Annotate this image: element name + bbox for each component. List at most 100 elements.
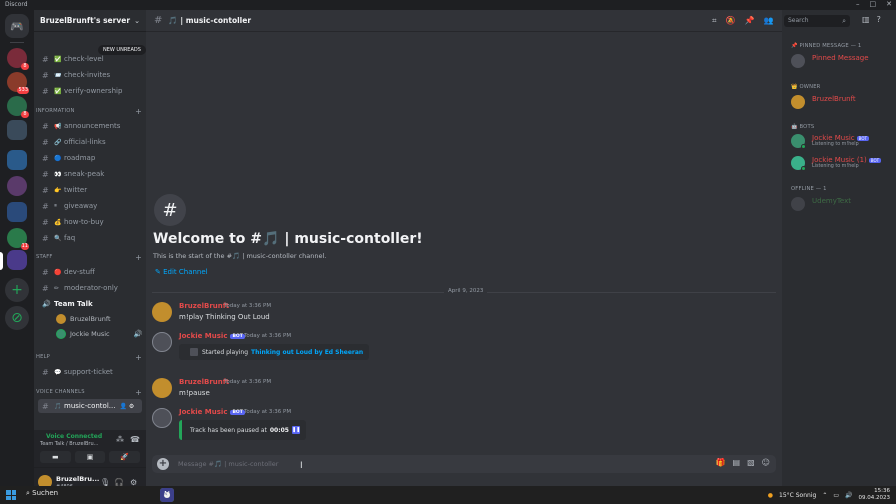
channel-roadmap[interactable]: # 🔵 roadmap <box>38 151 142 165</box>
member-item[interactable]: Jockie Music BOT Listening to m!help <box>791 132 891 150</box>
track-link[interactable]: Thinking out Loud by Ed Sheeran <box>251 349 363 356</box>
channel-twitter[interactable]: # 👉 twitter <box>38 183 142 197</box>
network-icon[interactable]: ▭ <box>833 492 839 499</box>
channel-official-links[interactable]: # 🔗 official-links <box>38 135 142 149</box>
channel-label: sneak-peak <box>64 170 105 178</box>
volume-icon[interactable]: 🔊 <box>845 492 852 499</box>
member-list-icon[interactable]: 👥 <box>763 16 773 26</box>
avatar[interactable] <box>152 302 172 322</box>
channel-check-level[interactable]: # ✅ check-level <box>38 52 142 66</box>
member-item[interactable]: Pinned Message <box>791 52 891 70</box>
message-author[interactable]: Jockie Music BOT <box>179 332 245 340</box>
server-folder[interactable] <box>7 120 27 140</box>
invite-icon[interactable]: 👤 <box>119 403 126 410</box>
category-voice[interactable]: VOICE CHANNELS + <box>36 387 142 397</box>
gif-icon[interactable]: ▤ <box>733 458 741 467</box>
server-folder[interactable] <box>7 202 27 222</box>
activity-button[interactable]: 🚀 <box>109 451 141 463</box>
channel-sneak-peak[interactable]: # 👀 sneak-peak <box>38 167 142 181</box>
add-channel-icon[interactable]: + <box>135 353 142 362</box>
member-item[interactable]: BruzelBrunft <box>791 93 891 111</box>
weather-text[interactable]: 15°C Sonnig <box>779 492 816 499</box>
add-channel-icon[interactable]: + <box>135 107 142 116</box>
channel-dev-stuff[interactable]: # 🔴 dev-stuff <box>38 265 142 279</box>
channel-moderator-only[interactable]: # ✏ moderator-only <box>38 281 142 295</box>
server-icon[interactable]: 8 <box>7 96 29 118</box>
server-icon[interactable] <box>7 176 27 196</box>
avatar[interactable] <box>152 378 172 398</box>
chevron-up-icon[interactable]: ⌃ <box>822 492 827 499</box>
channel-check-invites[interactable]: # 📨 check-invites <box>38 68 142 82</box>
threads-icon[interactable]: ⌗ <box>712 16 717 26</box>
add-channel-icon[interactable]: + <box>135 388 142 397</box>
taskbar-search[interactable]: ⌕ Suchen <box>26 489 58 498</box>
close-button[interactable]: ✕ <box>886 0 892 8</box>
username: BruzelBru... <box>56 475 100 483</box>
voice-location[interactable]: Team Talk / BruzelBru... <box>40 441 98 447</box>
windows-start-button[interactable] <box>6 490 16 500</box>
message-author[interactable]: Jockie Music BOT <box>179 408 245 416</box>
hash-icon: # <box>42 54 49 64</box>
avatar[interactable] <box>152 332 172 352</box>
explore-servers-button[interactable]: ⊘ <box>5 306 29 330</box>
channel-giveaway[interactable]: # ⏸ giveaway <box>38 199 142 213</box>
category-help[interactable]: HELP + <box>36 352 142 362</box>
server-icon[interactable]: 533 <box>7 72 29 94</box>
sticker-icon[interactable]: ▧ <box>747 458 755 467</box>
emoji-icon[interactable]: ☺ <box>762 458 770 467</box>
channel-emoji: ✅ <box>54 55 62 63</box>
hash-icon: # <box>42 185 49 195</box>
server-icon[interactable]: 8 <box>7 48 29 70</box>
voice-user[interactable]: BruzelBrunft <box>56 312 111 325</box>
maximize-button[interactable]: □ <box>870 0 877 8</box>
avatar[interactable] <box>152 408 172 428</box>
noise-suppression-icon[interactable]: ⁂ <box>116 435 124 444</box>
voice-channel-team-talk[interactable]: 🔊 Team Talk <box>38 297 142 311</box>
member-item[interactable]: Jockie Music (1) BOT Listening to m!help <box>791 154 891 172</box>
message-author[interactable]: BruzelBrunft <box>179 302 229 310</box>
upload-button[interactable]: + <box>157 458 169 470</box>
channel-support-ticket[interactable]: # 💬 support-ticket <box>38 365 142 379</box>
obs-icon[interactable]: ◎ <box>160 488 174 502</box>
channel-how-to-buy[interactable]: # 💰 how-to-buy <box>38 215 142 229</box>
pin-icon[interactable]: 📌 <box>744 16 754 26</box>
disconnect-icon[interactable]: ☎ <box>130 435 140 444</box>
taskbar-clock[interactable]: 15:36 09.04.2023 <box>859 488 891 502</box>
hash-icon: # <box>154 15 163 26</box>
screen-share-button[interactable]: ▣ <box>74 451 106 463</box>
app-title: Discord <box>5 1 28 8</box>
active-server-icon[interactable] <box>7 250 27 270</box>
add-channel-icon[interactable]: + <box>135 253 142 262</box>
server-folder[interactable] <box>7 150 27 170</box>
member-item[interactable]: UdemyText <box>791 195 891 213</box>
channel-verify-ownership[interactable]: # ✅ verify-ownership <box>38 84 142 98</box>
inbox-icon[interactable]: ▥ <box>862 15 870 24</box>
system-tray: ● 15°C Sonnig ⌃ ▭ 🔊 15:36 09.04.2023 <box>768 488 890 502</box>
help-icon[interactable]: ? <box>877 15 881 24</box>
message-composer[interactable]: + Message #🎵 | music-contoller 🎁 ▤ ▧ ☺ <box>152 455 776 473</box>
add-server-button[interactable]: + <box>5 278 29 302</box>
category-staff[interactable]: STAFF + <box>36 252 142 262</box>
minimize-button[interactable]: – <box>856 0 860 8</box>
home-button[interactable]: 🎮 <box>5 14 29 38</box>
channel-announcements[interactable]: # 📢 announcements <box>38 119 142 133</box>
message-author[interactable]: BruzelBrunft <box>179 378 229 386</box>
hash-icon: # <box>42 401 49 411</box>
channel-label: faq <box>64 234 76 242</box>
voice-status: Voice Connected <box>46 433 103 440</box>
edit-channel-link[interactable]: ✎ Edit Channel <box>155 268 208 276</box>
taskbar-search-label: Suchen <box>32 489 59 497</box>
message-input[interactable]: Message #🎵 | music-contoller <box>178 460 278 468</box>
video-button[interactable]: ▬ <box>40 451 71 463</box>
channel-faq[interactable]: # 🔍 faq <box>38 231 142 245</box>
category-information[interactable]: INFORMATION + <box>36 106 142 116</box>
gear-icon[interactable]: ⚙ <box>129 403 134 410</box>
server-header[interactable]: BruzelBrunft's server ⌄ <box>34 10 146 32</box>
gift-icon[interactable]: 🎁 <box>716 458 726 467</box>
server-icon[interactable]: 11 <box>7 228 29 250</box>
member-name: BruzelBrunft <box>812 95 856 103</box>
search-input[interactable]: Search ⌕ <box>784 15 850 27</box>
notifications-icon[interactable]: 🔕 <box>726 16 736 26</box>
voice-user[interactable]: Jockie Music 🔊 <box>56 327 142 340</box>
channel-music-controller[interactable]: # 🎵 music-contol... 👤 ⚙ <box>38 399 142 413</box>
